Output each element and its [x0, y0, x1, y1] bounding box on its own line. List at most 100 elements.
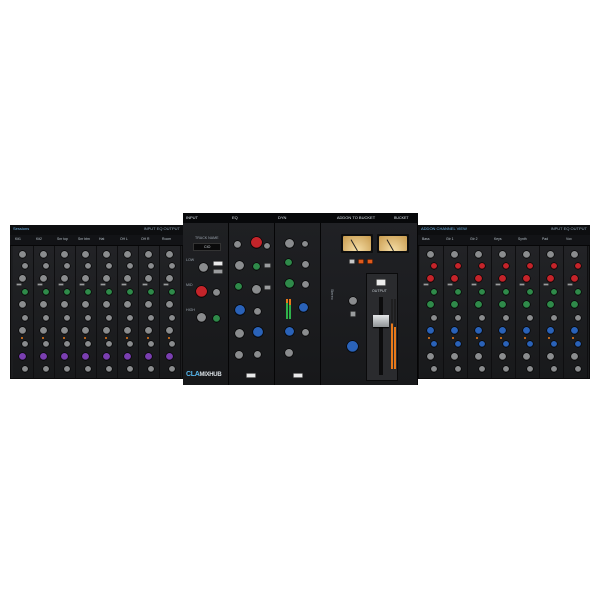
left-strip-knob[interactable] — [43, 341, 49, 347]
left-strip-knob[interactable] — [102, 275, 110, 282]
left-strip-button[interactable] — [100, 283, 106, 286]
right-strip-knob[interactable] — [499, 327, 506, 334]
dyn-gate-knob[interactable] — [285, 259, 292, 266]
input-gain-knob[interactable] — [199, 263, 208, 272]
left-strip-knob[interactable] — [106, 263, 112, 269]
left-strip-knob[interactable] — [39, 251, 47, 258]
left-strip-knob[interactable] — [127, 263, 133, 269]
right-strip-knob[interactable] — [550, 315, 557, 321]
left-strip-knob[interactable] — [18, 275, 26, 282]
right-strip-knob[interactable] — [550, 289, 557, 295]
left-strip-knob[interactable] — [22, 263, 28, 269]
left-strip-knob[interactable] — [165, 327, 173, 334]
sessions-button[interactable]: Sessions — [13, 226, 29, 231]
left-strip-button[interactable] — [142, 283, 148, 286]
left-strip-knob[interactable] — [81, 251, 89, 258]
left-strip-knob[interactable] — [64, 315, 70, 321]
left-strip-knob[interactable] — [148, 315, 154, 321]
right-strip-knob[interactable] — [574, 366, 581, 372]
left-strip-knob[interactable] — [85, 315, 91, 321]
left-strip-knob[interactable] — [148, 341, 154, 347]
right-strip-knob[interactable] — [454, 315, 461, 321]
right-strip-knob[interactable] — [574, 289, 581, 295]
eq-knob-7[interactable] — [235, 329, 244, 338]
left-strip-knob[interactable] — [123, 327, 131, 334]
right-strip-knob[interactable] — [571, 353, 578, 360]
left-strip-knob[interactable] — [18, 251, 26, 258]
track-name-field[interactable]: CIO — [193, 243, 221, 251]
right-strip-knob[interactable] — [499, 301, 506, 308]
left-strip-knob[interactable] — [102, 251, 110, 258]
right-strip-knob[interactable] — [475, 275, 482, 282]
right-strip-knob[interactable] — [478, 315, 485, 321]
right-strip-knob[interactable] — [430, 366, 437, 372]
dyn-comp-knob[interactable] — [285, 279, 294, 288]
left-strip-knob[interactable] — [148, 289, 154, 295]
eq-knob-8[interactable] — [235, 351, 243, 359]
right-strip-knob[interactable] — [427, 327, 434, 334]
right-strip-knob[interactable] — [502, 289, 509, 295]
right-strip-knob[interactable] — [475, 301, 482, 308]
right-strip-knob[interactable] — [451, 275, 458, 282]
right-strip-knob[interactable] — [502, 315, 509, 321]
right-strip-knob[interactable] — [427, 275, 434, 282]
right-strip-knob[interactable] — [454, 341, 461, 347]
right-strip-knob[interactable] — [526, 289, 533, 295]
right-strip-knob[interactable] — [454, 263, 461, 269]
left-strip-knob[interactable] — [169, 263, 175, 269]
eq-knob-3[interactable] — [235, 261, 244, 270]
left-strip-knob[interactable] — [127, 366, 133, 372]
eq-knob-5[interactable] — [252, 285, 261, 294]
dyn-bypass-button[interactable] — [293, 373, 303, 378]
right-strip-knob[interactable] — [427, 301, 434, 308]
right-strip-knob[interactable] — [526, 263, 533, 269]
right-strip-knob[interactable] — [451, 301, 458, 308]
left-strip-knob[interactable] — [18, 327, 26, 334]
left-strip-knob[interactable] — [106, 341, 112, 347]
left-strip-knob[interactable] — [22, 366, 28, 372]
right-strip-knob[interactable] — [478, 366, 485, 372]
left-strip-knob[interactable] — [106, 289, 112, 295]
left-strip-knob[interactable] — [165, 251, 173, 258]
eq-low-gain-knob[interactable] — [251, 237, 262, 248]
right-strip-knob[interactable] — [499, 353, 506, 360]
right-strip-knob[interactable] — [427, 251, 434, 258]
right-strip-knob[interactable] — [523, 327, 530, 334]
right-strip-knob[interactable] — [502, 366, 509, 372]
right-strip-knob[interactable] — [451, 327, 458, 334]
right-strip-knob[interactable] — [523, 251, 530, 258]
output-knob-1[interactable] — [349, 297, 357, 305]
left-strip-knob[interactable] — [60, 251, 68, 258]
right-strip-knob[interactable] — [547, 327, 554, 334]
left-strip-knob[interactable] — [85, 366, 91, 372]
left-strip-knob[interactable] — [81, 327, 89, 334]
dyn-knob-2[interactable] — [302, 241, 308, 247]
left-strip-knob[interactable] — [64, 341, 70, 347]
left-strip-button[interactable] — [121, 283, 127, 286]
right-strip-knob[interactable] — [478, 341, 485, 347]
left-strip-knob[interactable] — [127, 315, 133, 321]
left-strip-knob[interactable] — [81, 275, 89, 282]
eq-knob-9[interactable] — [254, 351, 261, 358]
right-strip-knob[interactable] — [574, 341, 581, 347]
dyn-release-knob[interactable] — [285, 327, 294, 336]
left-strip-knob[interactable] — [123, 301, 131, 308]
eq-knob-2[interactable] — [264, 243, 270, 249]
left-strip-knob[interactable] — [144, 301, 152, 308]
dyn-knob-3[interactable] — [302, 261, 309, 268]
addon-button-2[interactable] — [358, 259, 364, 264]
eq-lowmid-knob[interactable] — [253, 263, 260, 270]
left-strip-knob[interactable] — [39, 327, 47, 334]
right-strip-knob[interactable] — [523, 353, 530, 360]
left-strip-knob[interactable] — [144, 275, 152, 282]
right-strip-knob[interactable] — [430, 289, 437, 295]
right-strip-knob[interactable] — [475, 251, 482, 258]
left-strip-knob[interactable] — [43, 263, 49, 269]
input-button-2[interactable] — [213, 269, 223, 274]
right-strip-knob[interactable] — [499, 275, 506, 282]
right-strip-knob[interactable] — [451, 251, 458, 258]
right-strip-knob[interactable] — [550, 263, 557, 269]
left-strip-knob[interactable] — [39, 353, 47, 360]
left-strip-knob[interactable] — [60, 275, 68, 282]
right-strip-knob[interactable] — [523, 301, 530, 308]
